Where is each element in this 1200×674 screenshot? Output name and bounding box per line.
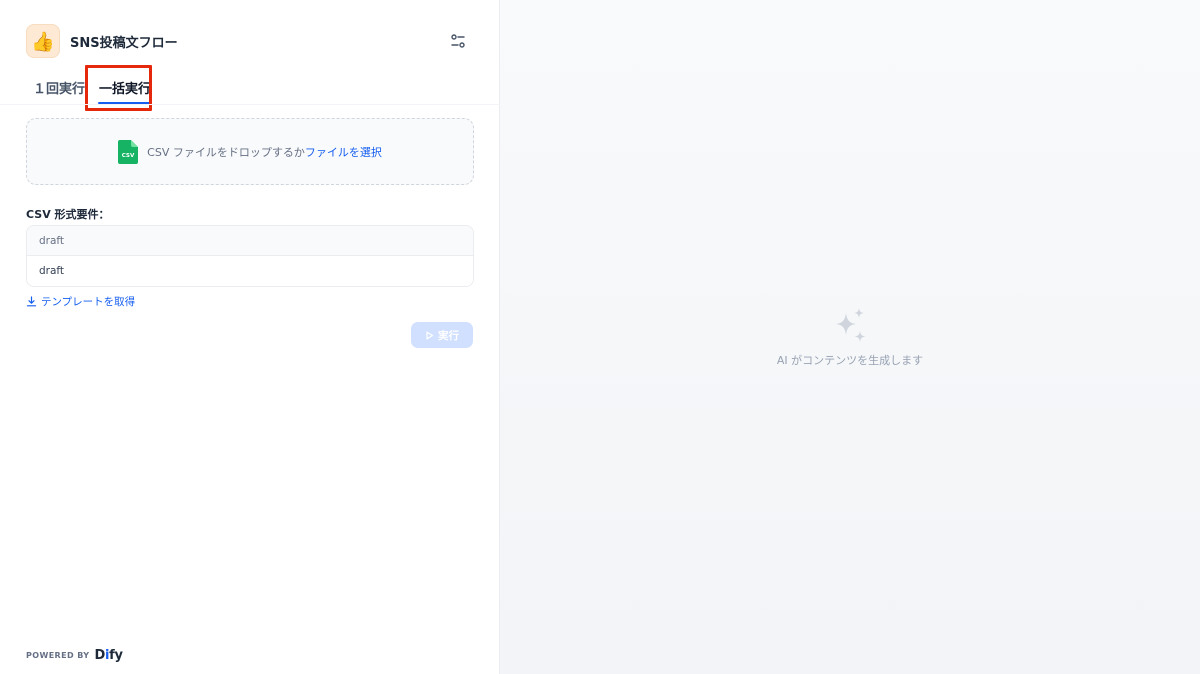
csv-requirements-table: draft draft [26, 225, 474, 287]
thumbs-up-icon: 👍 [31, 30, 55, 53]
tab-batch-run[interactable]: 一括実行 [92, 70, 158, 104]
template-link-label: テンプレートを取得 [41, 296, 136, 308]
input-panel: 👍 SNS投稿文フロー １回実行 一括実行 CSV CSV ファイルをドロップす… [0, 0, 500, 674]
run-button-label: 実行 [438, 329, 459, 342]
dify-logo-d: D [94, 648, 105, 663]
tab-single-run[interactable]: １回実行 [26, 70, 92, 104]
sparkle-icon [836, 308, 866, 342]
settings-sliders-icon[interactable] [449, 32, 467, 50]
dropzone-text: CSV ファイルをドロップするか [147, 145, 305, 159]
run-mode-tabs: １回実行 一括実行 [26, 70, 158, 104]
app-icon: 👍 [26, 24, 60, 58]
csv-file-icon: CSV [118, 139, 139, 164]
run-button[interactable]: 実行 [411, 322, 473, 348]
dify-logo[interactable]: Dify [94, 648, 122, 663]
output-placeholder: AI がコンテンツを生成します [500, 307, 1200, 368]
csv-requirements-title: CSV 形式要件： [26, 208, 110, 221]
download-icon [26, 296, 37, 307]
download-template-link[interactable]: テンプレートを取得 [26, 294, 135, 309]
app-title: SNS投稿文フロー [70, 35, 178, 51]
powered-by-footer: POWERED BY Dify [26, 648, 123, 663]
powered-by-label: POWERED BY [26, 651, 90, 660]
app-header: 👍 SNS投稿文フロー [26, 24, 470, 58]
dify-logo-fy: fy [109, 648, 123, 663]
select-file-link[interactable]: ファイルを選択 [305, 144, 382, 160]
output-placeholder-text: AI がコンテンツを生成します [776, 354, 924, 367]
csv-icon-label: CSV [122, 153, 135, 159]
csv-dropzone[interactable]: CSV CSV ファイルをドロップするか ファイルを選択 [26, 118, 474, 185]
tab-divider [0, 104, 500, 105]
table-header-cell: draft [27, 226, 473, 256]
table-example-cell: draft [27, 256, 473, 286]
play-icon [426, 331, 434, 339]
